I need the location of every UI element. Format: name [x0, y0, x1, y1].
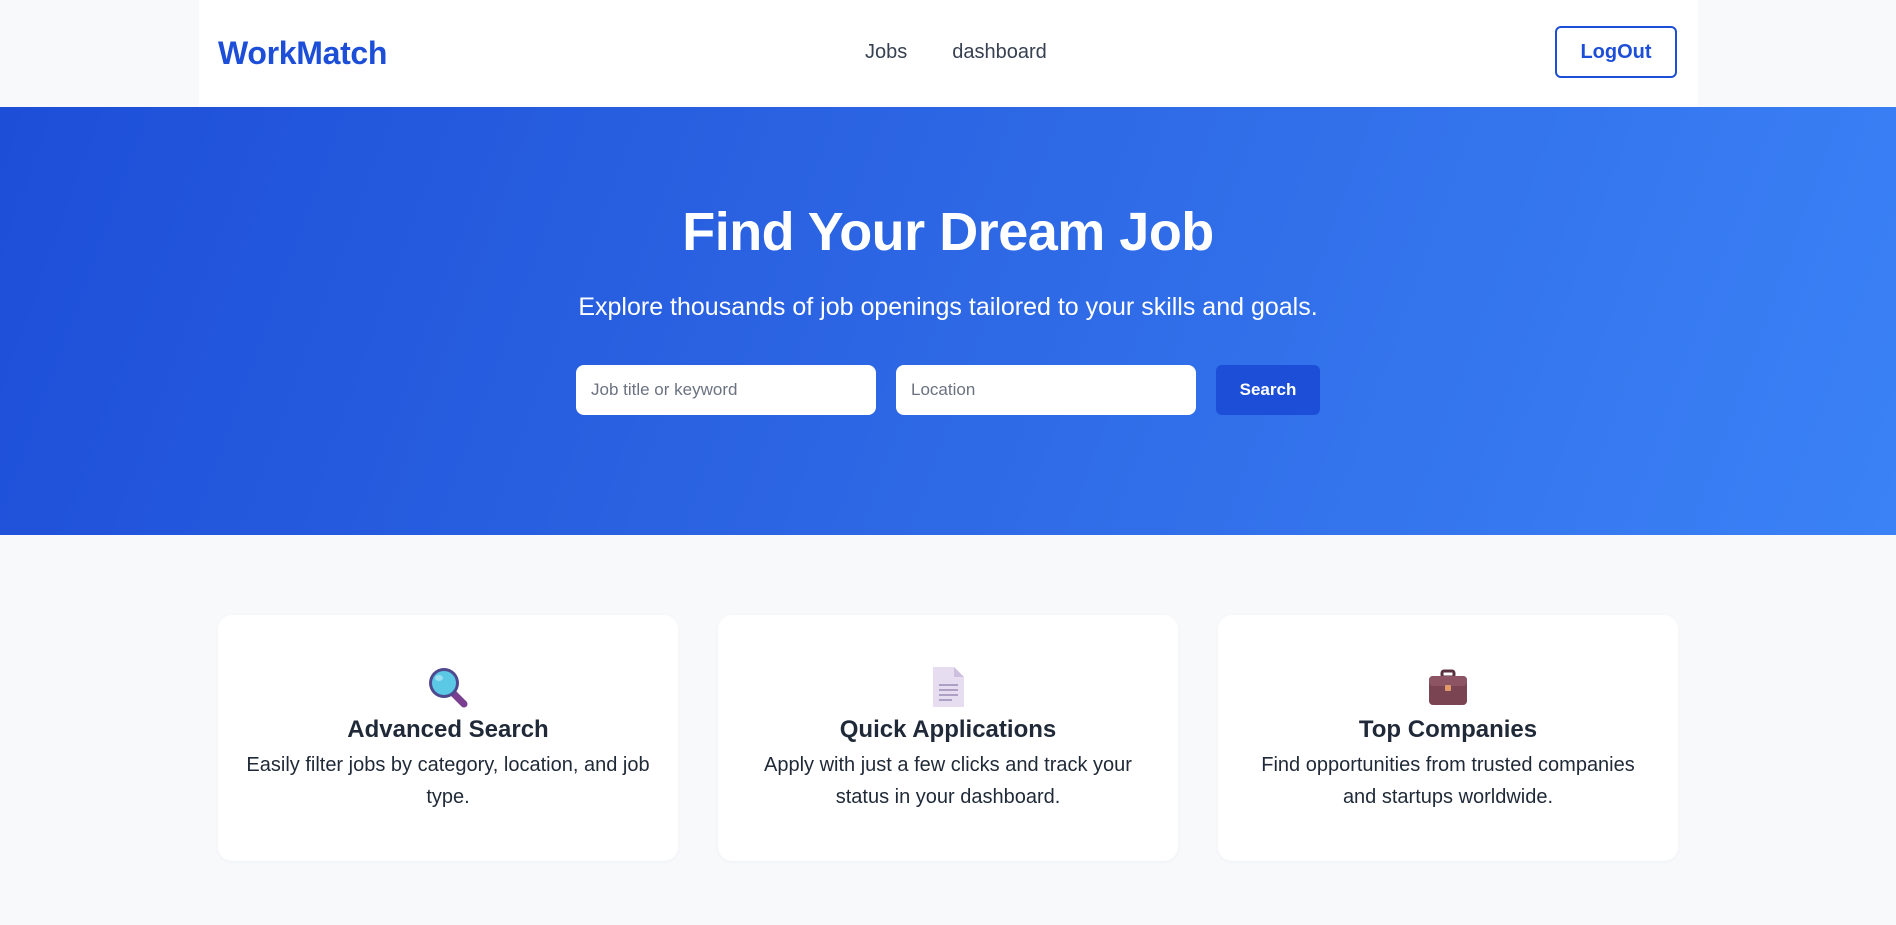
- briefcase-icon: [1429, 669, 1467, 705]
- hero-title: Find Your Dream Job: [682, 202, 1214, 262]
- document-icon: [933, 667, 964, 707]
- main-nav: Jobs dashboard: [865, 38, 1047, 66]
- magnifying-glass-icon: [429, 668, 468, 708]
- search-bar: Search: [576, 365, 1320, 415]
- hero-section: Find Your Dream Job Explore thousands of…: [0, 107, 1896, 535]
- feature-card-quick-applications: Quick Applications Apply with just a few…: [718, 615, 1178, 861]
- nav-dashboard-link[interactable]: dashboard: [952, 38, 1047, 66]
- location-input[interactable]: [896, 365, 1196, 415]
- nav-jobs-link[interactable]: Jobs: [865, 38, 907, 66]
- feature-card-top-companies: Top Companies Find opportunities from tr…: [1218, 615, 1678, 861]
- site-header: WorkMatch Jobs dashboard LogOut: [199, 0, 1698, 107]
- feature-title: Quick Applications: [839, 716, 1057, 743]
- feature-title: Top Companies: [1358, 716, 1538, 743]
- hero-subtitle: Explore thousands of job openings tailor…: [578, 293, 1318, 321]
- logout-button[interactable]: LogOut: [1555, 26, 1677, 78]
- search-button[interactable]: Search: [1216, 365, 1320, 415]
- logo[interactable]: WorkMatch: [218, 33, 387, 73]
- feature-description: Easily filter jobs by category, location…: [246, 754, 650, 808]
- feature-card-advanced-search: Advanced Search Easily filter jobs by ca…: [218, 615, 678, 861]
- feature-title: Advanced Search: [347, 716, 549, 743]
- header-wrap: WorkMatch Jobs dashboard LogOut: [0, 0, 1896, 107]
- feature-description: Apply with just a few clicks and track y…: [764, 754, 1132, 808]
- features-section: Advanced Search Easily filter jobs by ca…: [218, 615, 1678, 861]
- feature-description: Find opportunities from trusted companie…: [1261, 754, 1635, 808]
- keyword-input[interactable]: [576, 365, 876, 415]
